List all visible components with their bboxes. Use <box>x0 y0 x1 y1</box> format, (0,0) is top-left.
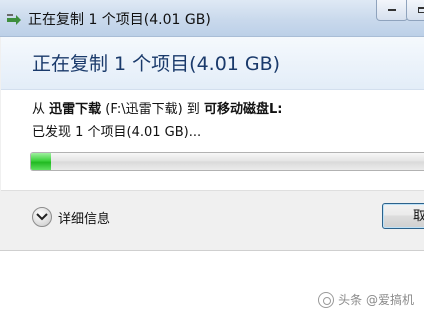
minimize-button[interactable] <box>376 0 408 21</box>
progress-fill <box>31 153 51 170</box>
maximize-icon <box>418 7 424 13</box>
source-folder-link[interactable]: 迅雷下载 <box>49 102 101 117</box>
more-details-toggle[interactable]: 详细信息 <box>32 206 110 228</box>
window-title: 正在复制 1 个项目(4.01 GB) <box>28 12 211 28</box>
watermark-text: 头条 @爱搞机 <box>338 293 414 307</box>
copy-arrow-icon <box>6 11 22 25</box>
minimize-icon <box>388 9 396 11</box>
from-prefix: 从 <box>32 102 50 117</box>
destination-drive-link[interactable]: 可移动磁盘L: <box>204 102 282 117</box>
title-bar[interactable]: 正在复制 1 个项目(4.01 GB) <box>0 0 424 37</box>
chevron-down-icon <box>32 207 52 227</box>
page-background: 头条 @爱搞机 <box>0 250 424 314</box>
dialog-heading: 正在复制 1 个项目(4.01 GB) <box>32 53 281 75</box>
cancel-button[interactable]: 取消 <box>382 203 424 229</box>
more-details-label: 详细信息 <box>58 211 111 227</box>
source-path: (F:\迅雷下载) 到 <box>101 102 204 117</box>
dialog-footer: 详细信息 取消 <box>1 190 424 251</box>
dialog-header: 正在复制 1 个项目(4.01 GB) <box>1 37 424 90</box>
maximize-button[interactable] <box>406 0 424 21</box>
toutiao-logo-icon <box>318 291 335 308</box>
watermark: 头条 @爱搞机 <box>318 291 414 308</box>
found-items-status: 已发现 1 个项目(4.01 GB)... <box>32 125 202 140</box>
copy-route-text: 从 迅雷下载 (F:\迅雷下载) 到 可移动磁盘L: <box>32 98 282 117</box>
copy-dialog-window: 正在复制 1 个项目(4.01 GB) 正在复制 1 个项目(4.01 GB) … <box>0 0 424 251</box>
copy-progress-bar <box>30 152 424 171</box>
